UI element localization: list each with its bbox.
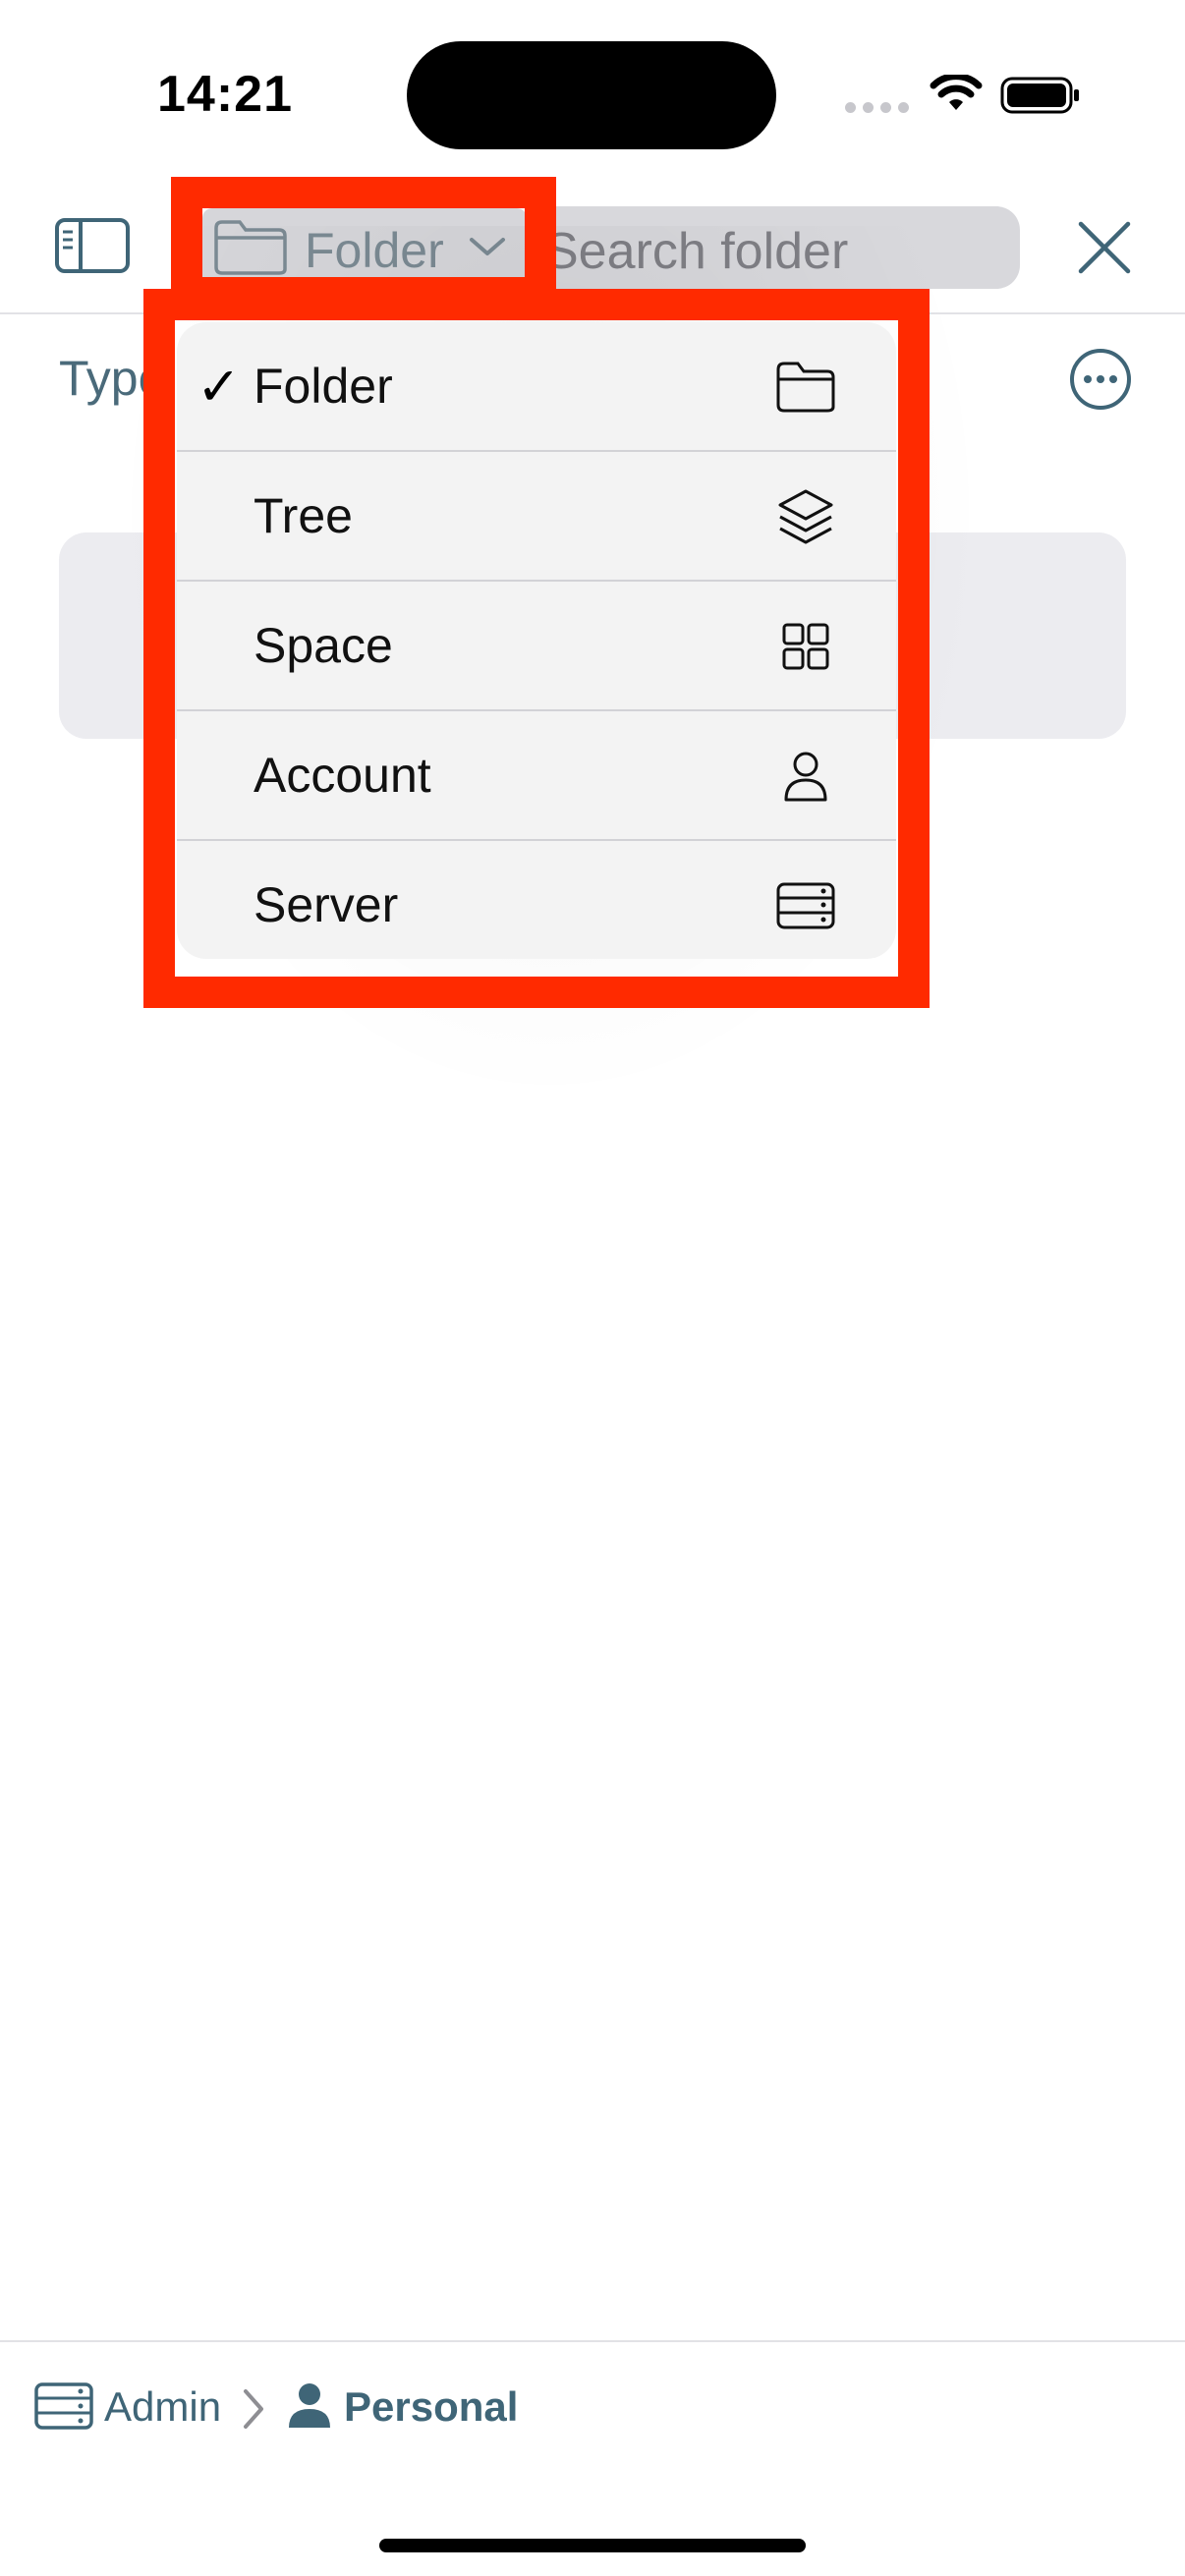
grid-icon: [782, 623, 829, 670]
folder-icon: [214, 220, 287, 275]
layers-icon: [778, 489, 833, 544]
scope-label: Folder: [305, 223, 444, 278]
scope-selector-button[interactable]: Folder: [202, 208, 527, 287]
menu-item-server[interactable]: Server: [177, 841, 896, 959]
search-placeholder: Search folder: [544, 223, 849, 280]
wifi-icon: [930, 75, 983, 110]
bottom-divider: [0, 2340, 1185, 2342]
menu-item-label: Tree: [254, 488, 353, 543]
scope-dropdown-menu: ✓ Folder Tree Space Account Server: [177, 322, 896, 959]
person-icon: [289, 2383, 330, 2428]
folder-icon: [776, 362, 835, 413]
chevron-down-icon: [470, 238, 505, 255]
toolbar-divider: [0, 312, 1185, 314]
more-options-icon[interactable]: [1069, 348, 1132, 411]
status-time: 14:21: [157, 66, 293, 123]
breadcrumb-personal[interactable]: Personal: [344, 2383, 518, 2431]
menu-item-folder[interactable]: ✓ Folder: [177, 322, 896, 452]
menu-item-account[interactable]: Account: [177, 711, 896, 841]
menu-item-tree[interactable]: Tree: [177, 452, 896, 582]
chevron-right-icon: [244, 2389, 263, 2429]
home-indicator: [379, 2539, 806, 2552]
breadcrumb-admin[interactable]: Admin: [104, 2383, 221, 2431]
checkmark-icon: ✓: [197, 358, 242, 417]
menu-item-label: Space: [254, 618, 393, 673]
server-icon: [34, 2382, 93, 2430]
server-icon: [776, 882, 835, 929]
type-filter-label[interactable]: Type: [59, 350, 165, 407]
battery-icon: [1000, 77, 1079, 114]
sidebar-toggle-icon[interactable]: [55, 218, 130, 273]
status-icons: [845, 71, 1081, 120]
menu-item-label: Server: [254, 877, 399, 932]
search-input[interactable]: Search folder: [531, 206, 1020, 289]
menu-item-label: Folder: [254, 359, 393, 414]
dynamic-island: [407, 41, 776, 149]
menu-item-label: Account: [254, 748, 431, 803]
menu-item-space[interactable]: Space: [177, 582, 896, 711]
close-icon[interactable]: [1075, 218, 1134, 277]
person-icon: [784, 752, 827, 802]
